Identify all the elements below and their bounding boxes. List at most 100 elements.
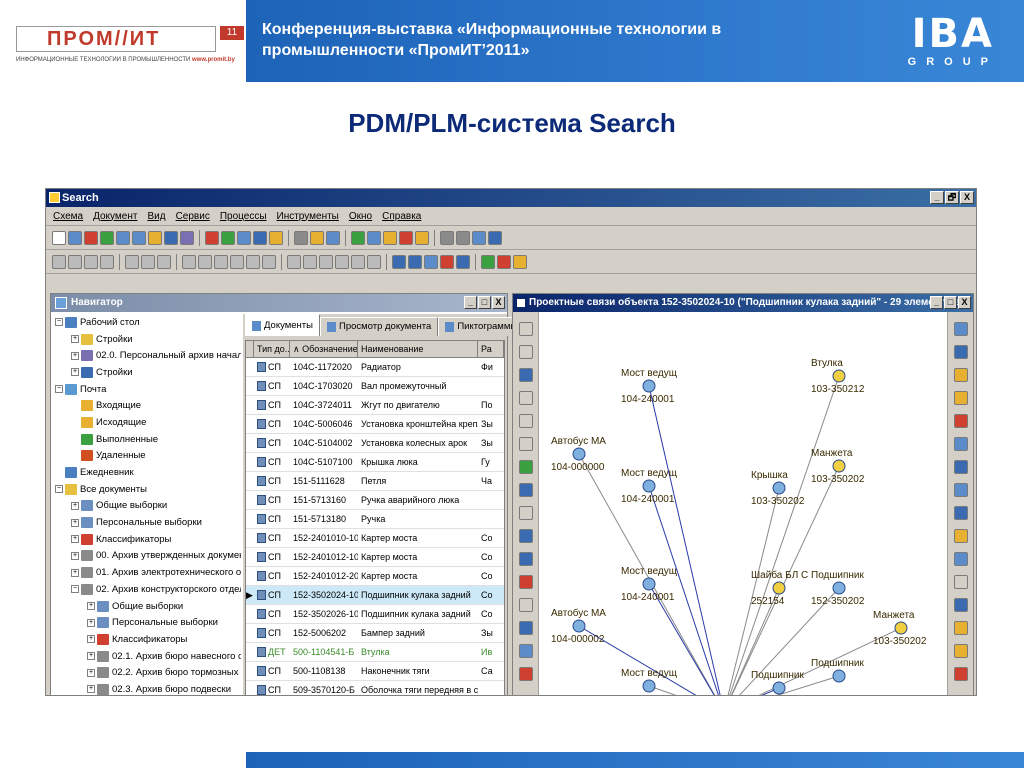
toolbar-button-icon[interactable] (132, 230, 146, 245)
side-tool-icon[interactable] (954, 414, 968, 428)
side-tool-icon[interactable] (519, 506, 533, 520)
menu-window[interactable]: Окно (344, 211, 377, 222)
tree-node[interactable]: − Почта (51, 381, 241, 398)
tree-node[interactable]: − Все документы (51, 481, 241, 498)
graph-node-icon[interactable] (572, 619, 586, 633)
table-row[interactable]: СП 152-5006202 Бампер задний Зы (246, 624, 504, 643)
table-row[interactable]: ▶ СП 152-3502024-10 Подшипник кулака задний… (246, 586, 504, 605)
tree-expander-icon[interactable]: + (87, 635, 95, 644)
toolbar-button-icon[interactable] (472, 230, 486, 245)
toolbar-button-icon[interactable] (513, 254, 527, 269)
side-tool-icon[interactable] (954, 552, 968, 566)
close-button[interactable]: X (960, 191, 974, 204)
table-row[interactable]: СП 152-2401012-10 Картер моста Со (246, 548, 504, 567)
toolbar-button-icon[interactable] (310, 230, 324, 245)
toolbar-button-icon[interactable] (84, 230, 98, 245)
side-tool-icon[interactable] (954, 322, 968, 336)
menu-tools[interactable]: Инструменты (272, 211, 344, 222)
tree-expander-icon[interactable]: + (87, 618, 95, 627)
tree-node[interactable]: + Общие выборки (51, 598, 241, 615)
side-tool-icon[interactable] (954, 460, 968, 474)
menu-processes[interactable]: Процессы (215, 211, 272, 222)
toolbar-button-icon[interactable] (180, 230, 194, 245)
column-header-extra[interactable]: Ра (478, 341, 504, 357)
side-tool-icon[interactable] (954, 345, 968, 359)
tree-node[interactable]: Удаленные (51, 448, 241, 465)
table-row[interactable]: СП 104С-5104002 Установка колесных арок Зы (246, 434, 504, 453)
links-maximize-button[interactable]: □ (944, 296, 957, 309)
navigator-maximize-button[interactable]: □ (478, 296, 491, 309)
tree-node[interactable]: Исходящие (51, 414, 241, 431)
tree-expander-icon[interactable]: + (71, 368, 79, 377)
tree-node[interactable]: − Рабочий стол (51, 314, 241, 331)
table-row[interactable]: СП 151-5111628 Петля Ча (246, 472, 504, 491)
toolbar-button-icon[interactable] (116, 230, 130, 245)
table-row[interactable]: СП 152-2401012-20 Картер моста Со (246, 567, 504, 586)
side-tool-icon[interactable] (519, 667, 533, 681)
toolbar-button-icon[interactable] (205, 230, 219, 245)
table-row[interactable]: СП 104С-3724011 Жгут по двигателю По (246, 396, 504, 415)
side-tool-icon[interactable] (954, 368, 968, 382)
menu-view[interactable]: Вид (142, 211, 170, 222)
column-header-type[interactable]: Тип до... (254, 341, 290, 357)
toolbar-button-icon[interactable] (303, 254, 317, 269)
toolbar-button-icon[interactable] (157, 254, 171, 269)
tree-expander-icon[interactable]: + (71, 568, 79, 577)
table-row[interactable]: СП 151-5713160 Ручка аварийного люка (246, 491, 504, 510)
tree-expander-icon[interactable]: − (71, 585, 79, 594)
navigator-close-button[interactable]: X (492, 296, 505, 309)
menu-service[interactable]: Сервис (171, 211, 215, 222)
side-tool-icon[interactable] (519, 345, 533, 359)
tree-node[interactable]: + Стройки (51, 331, 241, 348)
tab-documents[interactable]: Документы (245, 314, 320, 336)
side-tool-icon[interactable] (519, 368, 533, 382)
toolbar-button-icon[interactable] (269, 230, 283, 245)
tree-expander-icon[interactable]: + (71, 535, 79, 544)
toolbar-button-icon[interactable] (367, 230, 381, 245)
table-row[interactable]: СП 152-2401010-10 Картер моста Со (246, 529, 504, 548)
side-tool-icon[interactable] (519, 414, 533, 428)
side-tool-icon[interactable] (954, 437, 968, 451)
table-row[interactable]: СП 104С-5107100 Крышка люка Гу (246, 453, 504, 472)
toolbar-button-icon[interactable] (84, 254, 98, 269)
tree-expander-icon[interactable]: − (55, 485, 63, 494)
toolbar-button-icon[interactable] (335, 254, 349, 269)
side-tool-icon[interactable] (519, 575, 533, 589)
toolbar-button-icon[interactable] (148, 230, 162, 245)
tree-node[interactable]: +02.3. Архив бюро подвески (51, 681, 241, 695)
toolbar-button-icon[interactable] (399, 230, 413, 245)
links-close-button[interactable]: X (958, 296, 971, 309)
toolbar-button-icon[interactable] (287, 254, 301, 269)
toolbar-button-icon[interactable] (497, 254, 511, 269)
toolbar-button-icon[interactable] (214, 254, 228, 269)
toolbar-button-icon[interactable] (392, 254, 406, 269)
side-tool-icon[interactable] (519, 483, 533, 497)
tree-expander-icon[interactable]: + (71, 501, 79, 510)
table-row[interactable]: СП 104С-5006046 Установка кронштейна крепл… (246, 415, 504, 434)
minimize-button[interactable]: _ (930, 191, 944, 204)
column-header-name[interactable]: Наименование (358, 341, 478, 357)
side-tool-icon[interactable] (519, 437, 533, 451)
toolbar-button-icon[interactable] (68, 254, 82, 269)
toolbar-button-icon[interactable] (100, 254, 114, 269)
menu-document[interactable]: Документ (88, 211, 142, 222)
navigator-minimize-button[interactable]: _ (464, 296, 477, 309)
side-tool-icon[interactable] (519, 322, 533, 336)
toolbar-button-icon[interactable] (488, 230, 502, 245)
tree-node[interactable]: +00. Архив утвержденных документов п (51, 548, 241, 565)
table-row[interactable]: СП 500-1108138 Наконечник тяги Са (246, 662, 504, 681)
tree-expander-icon[interactable]: + (87, 685, 95, 694)
tree-node[interactable]: + Классификаторы (51, 531, 241, 548)
toolbar-button-icon[interactable] (481, 254, 495, 269)
tree-node[interactable]: Ежедневник (51, 464, 241, 481)
side-tool-icon[interactable] (954, 621, 968, 635)
tree-node[interactable]: + Общие выборки (51, 498, 241, 515)
side-tool-icon[interactable] (954, 598, 968, 612)
graph-node-icon[interactable] (832, 581, 846, 595)
toolbar-button-icon[interactable] (408, 254, 422, 269)
toolbar-button-icon[interactable] (141, 254, 155, 269)
side-tool-icon[interactable] (954, 644, 968, 658)
tab-document-preview[interactable]: Просмотр документа (319, 317, 439, 336)
side-tool-icon[interactable] (519, 644, 533, 658)
side-tool-icon[interactable] (954, 529, 968, 543)
